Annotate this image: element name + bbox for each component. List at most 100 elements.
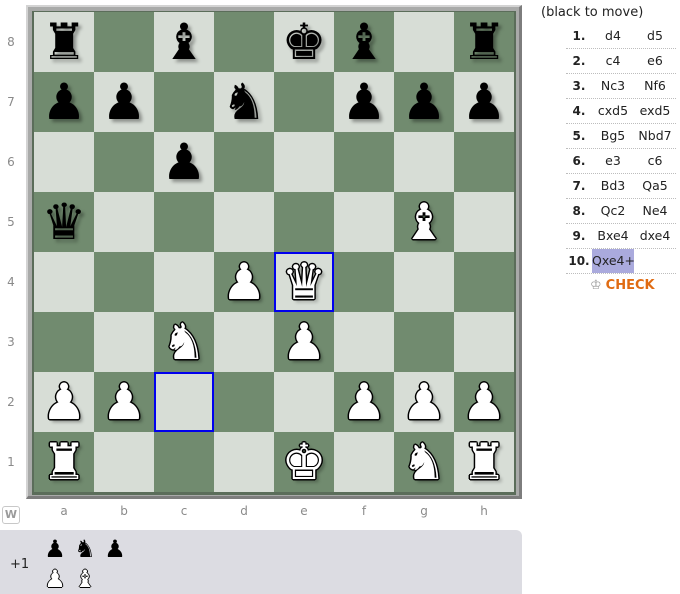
square-a4[interactable] (34, 252, 94, 312)
white-move[interactable]: Bg5 (592, 124, 634, 148)
black-move[interactable]: Nf6 (634, 74, 676, 98)
square-e2[interactable] (274, 372, 334, 432)
square-g1[interactable]: ♞ (394, 432, 454, 492)
black-pawn-icon[interactable]: ♟ (102, 72, 147, 132)
square-e8[interactable]: ♚ (274, 12, 334, 72)
white-pawn-icon[interactable]: ♟ (42, 372, 87, 432)
black-rook-icon[interactable]: ♜ (462, 12, 507, 72)
square-f1[interactable] (334, 432, 394, 492)
square-a8[interactable]: ♜ (34, 12, 94, 72)
square-e3[interactable]: ♟ (274, 312, 334, 372)
black-knight-icon[interactable]: ♞ (222, 72, 267, 132)
white-move[interactable]: e3 (592, 149, 634, 173)
square-a6[interactable] (34, 132, 94, 192)
square-h5[interactable] (454, 192, 514, 252)
black-move[interactable]: Nbd7 (634, 124, 676, 148)
black-move[interactable]: e6 (634, 49, 676, 73)
black-move[interactable]: c6 (634, 149, 676, 173)
square-b7[interactable]: ♟ (94, 72, 154, 132)
black-pawn-icon[interactable]: ♟ (42, 72, 87, 132)
white-knight-icon[interactable]: ♞ (402, 432, 447, 492)
square-g2[interactable]: ♟ (394, 372, 454, 432)
black-move[interactable]: d5 (634, 24, 676, 48)
square-a5[interactable]: ♛ (34, 192, 94, 252)
square-h1[interactable]: ♜ (454, 432, 514, 492)
white-move[interactable]: cxd5 (592, 99, 634, 123)
square-e6[interactable] (274, 132, 334, 192)
square-b3[interactable] (94, 312, 154, 372)
white-bishop-icon[interactable]: ♝ (402, 192, 447, 252)
white-pawn-icon[interactable]: ♟ (282, 312, 327, 372)
square-c4[interactable] (154, 252, 214, 312)
square-b5[interactable] (94, 192, 154, 252)
square-e1[interactable]: ♚ (274, 432, 334, 492)
square-h2[interactable]: ♟ (454, 372, 514, 432)
square-c5[interactable] (154, 192, 214, 252)
square-h7[interactable]: ♟ (454, 72, 514, 132)
white-knight-icon[interactable]: ♞ (162, 312, 207, 372)
square-c2[interactable] (154, 372, 214, 432)
square-d6[interactable] (214, 132, 274, 192)
black-pawn-icon[interactable]: ♟ (402, 72, 447, 132)
square-d1[interactable] (214, 432, 274, 492)
square-c6[interactable]: ♟ (154, 132, 214, 192)
square-e7[interactable] (274, 72, 334, 132)
black-pawn-icon[interactable]: ♟ (462, 72, 507, 132)
square-h8[interactable]: ♜ (454, 12, 514, 72)
square-h6[interactable] (454, 132, 514, 192)
square-d5[interactable] (214, 192, 274, 252)
white-move[interactable]: Bxe4 (592, 224, 634, 248)
square-b1[interactable] (94, 432, 154, 492)
square-c7[interactable] (154, 72, 214, 132)
square-b8[interactable] (94, 12, 154, 72)
square-f5[interactable] (334, 192, 394, 252)
square-a7[interactable]: ♟ (34, 72, 94, 132)
white-pawn-icon[interactable]: ♟ (222, 252, 267, 312)
black-bishop-icon[interactable]: ♝ (342, 12, 387, 72)
square-d2[interactable] (214, 372, 274, 432)
black-move[interactable]: exd5 (634, 99, 676, 123)
square-c8[interactable]: ♝ (154, 12, 214, 72)
square-g5[interactable]: ♝ (394, 192, 454, 252)
white-rook-icon[interactable]: ♜ (462, 432, 507, 492)
black-bishop-icon[interactable]: ♝ (162, 12, 207, 72)
white-move[interactable]: Nc3 (592, 74, 634, 98)
white-king-icon[interactable]: ♚ (282, 432, 327, 492)
square-c1[interactable] (154, 432, 214, 492)
square-g3[interactable] (394, 312, 454, 372)
square-g4[interactable] (394, 252, 454, 312)
square-d3[interactable] (214, 312, 274, 372)
white-move[interactable]: Bd3 (592, 174, 634, 198)
white-rook-icon[interactable]: ♜ (42, 432, 87, 492)
black-rook-icon[interactable]: ♜ (42, 12, 87, 72)
black-move[interactable]: Ne4 (634, 199, 676, 223)
square-g6[interactable] (394, 132, 454, 192)
white-pawn-icon[interactable]: ♟ (462, 372, 507, 432)
square-f2[interactable]: ♟ (334, 372, 394, 432)
white-move[interactable]: Qc2 (592, 199, 634, 223)
white-pawn-icon[interactable]: ♟ (102, 372, 147, 432)
square-a1[interactable]: ♜ (34, 432, 94, 492)
chess-board[interactable]: ♜ ♝ ♚ ♝ ♜ ♟ ♟ ♞ ♟ ♟ ♟ ♟ ♛ ♝ ♟ ♛ ♞ ♟ ♟ ♟ ♟ ♟ ♟ ♜ ♚ ♞ ♜ (34, 12, 514, 492)
square-g8[interactable] (394, 12, 454, 72)
square-a3[interactable] (34, 312, 94, 372)
black-king-icon[interactable]: ♚ (282, 12, 327, 72)
white-move[interactable]: c4 (592, 49, 634, 73)
square-d8[interactable] (214, 12, 274, 72)
square-c3[interactable]: ♞ (154, 312, 214, 372)
square-h3[interactable] (454, 312, 514, 372)
square-b6[interactable] (94, 132, 154, 192)
square-f8[interactable]: ♝ (334, 12, 394, 72)
black-pawn-icon[interactable]: ♟ (342, 72, 387, 132)
square-b2[interactable]: ♟ (94, 372, 154, 432)
square-b4[interactable] (94, 252, 154, 312)
square-f6[interactable] (334, 132, 394, 192)
square-d7[interactable]: ♞ (214, 72, 274, 132)
black-move[interactable]: dxe4 (634, 224, 676, 248)
white-queen-icon[interactable]: ♛ (282, 252, 327, 312)
square-f7[interactable]: ♟ (334, 72, 394, 132)
black-move[interactable]: Qa5 (634, 174, 676, 198)
square-d4[interactable]: ♟ (214, 252, 274, 312)
square-h4[interactable] (454, 252, 514, 312)
white-move[interactable]: Qxe4+ (592, 249, 635, 273)
